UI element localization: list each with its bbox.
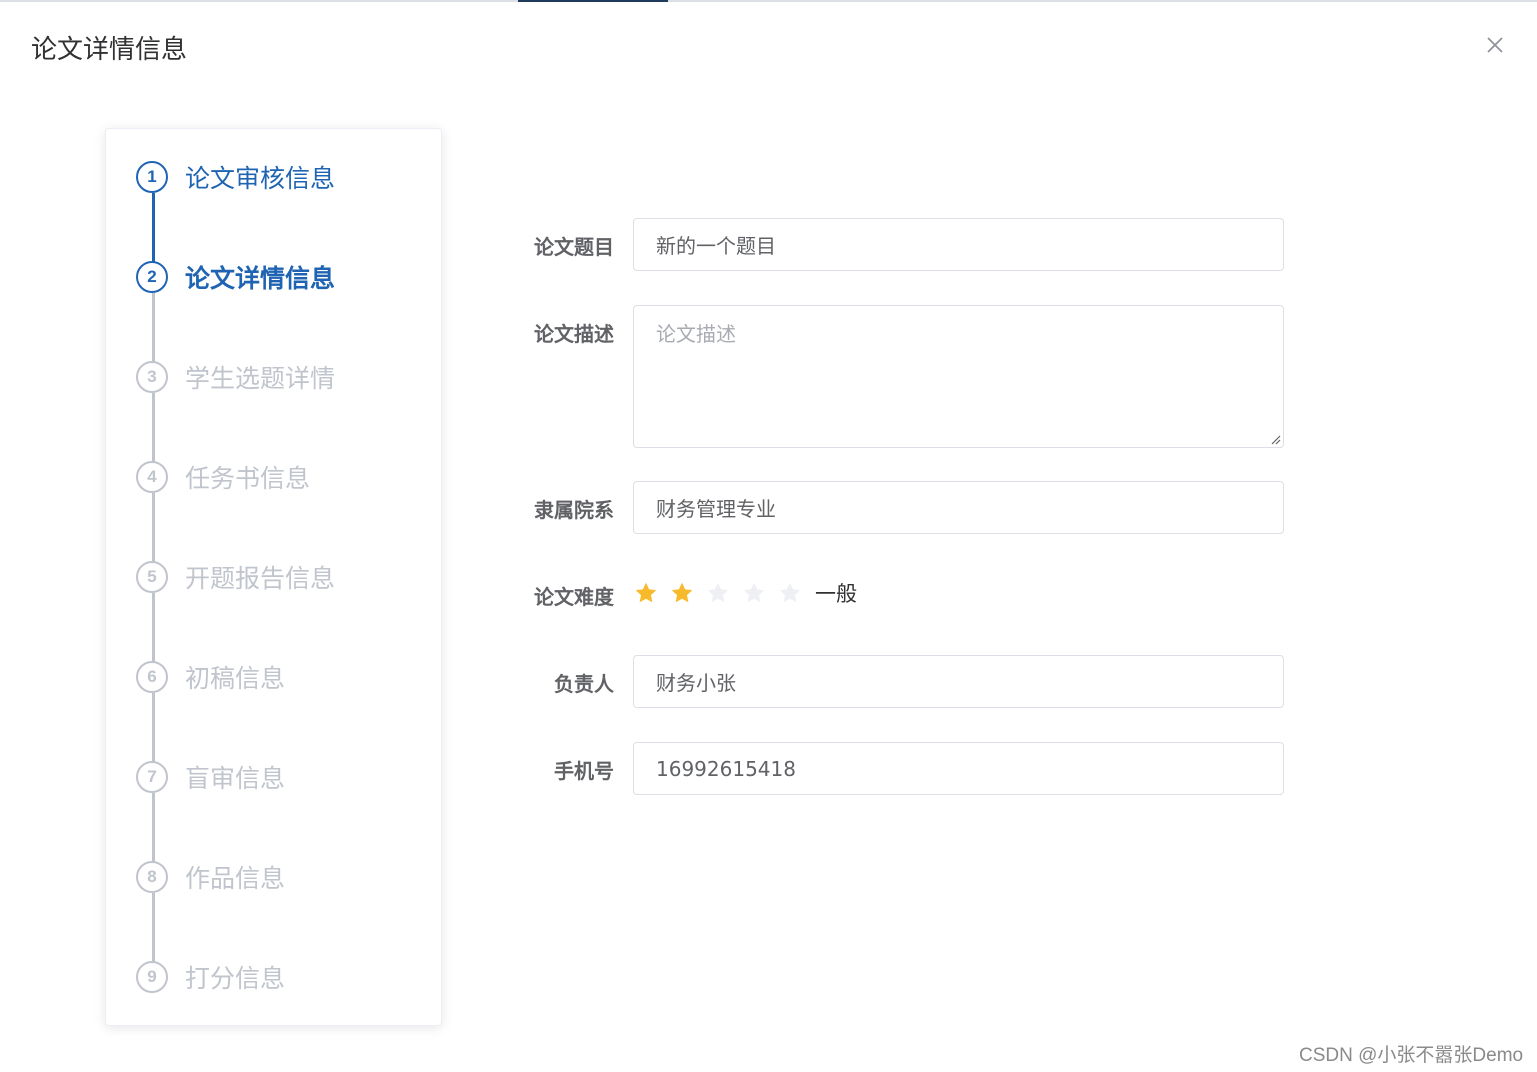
owner-input[interactable]: 财务小张	[633, 655, 1284, 708]
step-number: 7	[136, 761, 168, 793]
difficulty-label: 论文难度	[534, 585, 614, 609]
step-label: 初稿信息	[185, 664, 286, 693]
close-icon[interactable]	[1485, 35, 1505, 55]
title-label: 论文题目	[534, 235, 614, 259]
step-number: 5	[136, 561, 168, 593]
step-label: 作品信息	[185, 864, 286, 893]
resize-handle-icon[interactable]	[1269, 433, 1281, 445]
step-thesis-review[interactable]: 1 论文审核信息	[136, 157, 426, 197]
step-number: 1	[136, 161, 168, 193]
step-label: 打分信息	[185, 964, 286, 993]
step-scoring[interactable]: 9 打分信息	[136, 957, 426, 997]
step-blind-review[interactable]: 7 盲审信息	[136, 757, 426, 797]
step-label: 论文详情信息	[185, 264, 336, 293]
step-thesis-details[interactable]: 2 论文详情信息	[136, 257, 426, 297]
phone-input[interactable]: 16992615418	[633, 742, 1284, 795]
description-label: 论文描述	[534, 322, 614, 346]
star-icon[interactable]	[705, 580, 731, 606]
step-work-info[interactable]: 8 作品信息	[136, 857, 426, 897]
title-input[interactable]: 新的一个题目	[633, 218, 1284, 271]
step-assignment[interactable]: 4 任务书信息	[136, 457, 426, 497]
difficulty-text: 一般	[815, 582, 857, 606]
watermark: CSDN @小张不嚣张Demo	[1299, 1045, 1524, 1066]
close-button[interactable]	[1480, 30, 1510, 60]
step-number: 2	[136, 261, 168, 293]
step-label: 任务书信息	[185, 464, 311, 493]
step-first-draft[interactable]: 6 初稿信息	[136, 657, 426, 697]
step-label: 盲审信息	[185, 764, 286, 793]
top-tab-strip	[0, 0, 1537, 2]
description-textarea[interactable]: 论文描述	[633, 305, 1284, 448]
step-topic-selection[interactable]: 3 学生选题详情	[136, 357, 426, 397]
description-placeholder: 论文描述	[656, 322, 736, 346]
phone-label: 手机号	[554, 759, 614, 783]
step-proposal-report[interactable]: 5 开题报告信息	[136, 557, 426, 597]
step-number: 6	[136, 661, 168, 693]
step-number: 3	[136, 361, 168, 393]
star-icon[interactable]	[633, 580, 659, 606]
active-tab-indicator	[518, 0, 668, 2]
department-input[interactable]: 财务管理专业	[633, 481, 1284, 534]
star-icon[interactable]	[669, 580, 695, 606]
difficulty-rating[interactable]: 一般	[633, 577, 857, 609]
step-number: 4	[136, 461, 168, 493]
steps-panel: 1 论文审核信息 2 论文详情信息 3 学生选题详情 4 任务书信息 5 开题报…	[105, 128, 442, 1026]
step-number: 8	[136, 861, 168, 893]
step-label: 学生选题详情	[185, 364, 336, 393]
owner-label: 负责人	[554, 672, 614, 696]
department-label: 隶属院系	[534, 498, 614, 522]
step-label: 开题报告信息	[185, 564, 336, 593]
step-number: 9	[136, 961, 168, 993]
step-label: 论文审核信息	[185, 164, 336, 193]
star-icon[interactable]	[777, 580, 803, 606]
star-icon[interactable]	[741, 580, 767, 606]
dialog-title: 论文详情信息	[31, 35, 188, 65]
